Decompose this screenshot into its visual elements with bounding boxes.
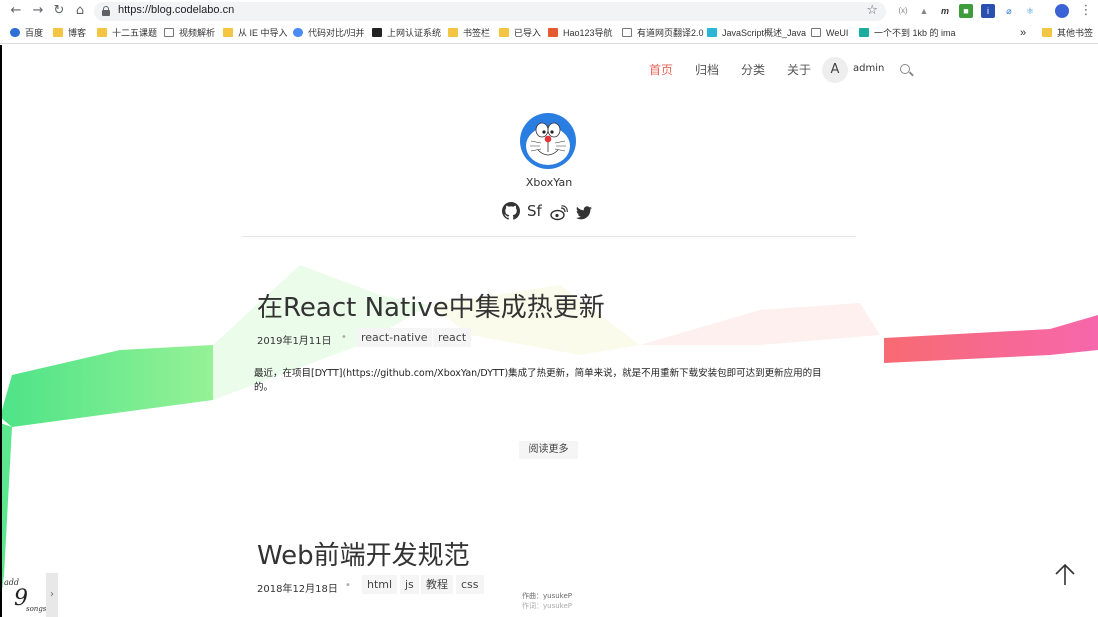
- back-to-top-icon[interactable]: [1053, 563, 1077, 587]
- globe-icon: [293, 28, 303, 37]
- extension-icon[interactable]: ⚛: [1023, 4, 1037, 18]
- bookmark-item[interactable]: 视频解析: [164, 26, 215, 40]
- user-avatar[interactable]: A: [822, 57, 848, 83]
- bookmark-item[interactable]: 一个不到 1kb 的 ima: [859, 26, 956, 40]
- post-tag[interactable]: react: [433, 328, 472, 347]
- forward-icon[interactable]: →: [30, 3, 46, 19]
- bookmark-item[interactable]: 上网认证系统: [372, 26, 441, 40]
- back-icon[interactable]: ←: [8, 3, 24, 19]
- extension-icon[interactable]: ⌀: [1002, 4, 1016, 18]
- hao123-icon: [548, 28, 558, 37]
- bookmark-item[interactable]: Hao123导航: [548, 26, 613, 40]
- read-more-button[interactable]: 阅读更多: [519, 441, 578, 459]
- album-cover-icon: add 9 songs: [4, 578, 47, 613]
- post-excerpt: 最近，在项目[DYTT](https://github.com/XboxYan/…: [254, 368, 822, 393]
- post-title[interactable]: Web前端开发规范: [257, 535, 470, 572]
- music-credits: 作曲：yusukeP 作词：yusukeP: [522, 591, 572, 611]
- page-icon: [811, 28, 821, 37]
- post-tag[interactable]: js: [400, 575, 419, 594]
- segmentfault-icon[interactable]: Sf: [527, 202, 542, 220]
- bookmark-item[interactable]: 有道网页翻译2.0: [622, 26, 704, 40]
- svg-text:songs: songs: [26, 605, 46, 613]
- lyricist-credit: 作词：yusukeP: [522, 602, 572, 610]
- nav-about[interactable]: 关于: [787, 61, 811, 78]
- twitter-icon[interactable]: [576, 204, 592, 222]
- post-tag[interactable]: react-native: [356, 328, 433, 347]
- post-title[interactable]: 在React Native中集成热更新: [257, 287, 605, 324]
- page-icon: [164, 28, 174, 37]
- home-icon[interactable]: ⌂: [72, 3, 88, 19]
- paw-icon: [10, 28, 20, 37]
- menu-icon[interactable]: ⋮: [1078, 3, 1094, 19]
- url-text: https://blog.codelabo.cn: [118, 4, 235, 16]
- window-edge: [0, 45, 2, 617]
- post-tag[interactable]: 教程: [421, 575, 453, 594]
- extension-icon[interactable]: (x): [896, 4, 910, 18]
- post-tag[interactable]: html: [362, 575, 398, 594]
- bookmark-folder[interactable]: 书签栏: [448, 26, 490, 40]
- folder-icon: [53, 28, 63, 37]
- page-content: 首页 归档 分类 关于 A admin XboxYan Sf 在React Na…: [0, 45, 1098, 617]
- bookmark-star-icon[interactable]: ☆: [866, 3, 878, 18]
- bookmark-folder[interactable]: 从 IE 中导入: [223, 26, 288, 40]
- other-bookmarks-folder[interactable]: 其他书签: [1042, 26, 1093, 40]
- github-icon[interactable]: [502, 202, 520, 220]
- bookmark-item[interactable]: 代码对比/归并: [293, 26, 365, 40]
- bookmark-folder[interactable]: 博客: [53, 26, 86, 40]
- post-date: 2019年1月11日: [257, 336, 332, 347]
- site-icon: [859, 28, 869, 37]
- author-name: XboxYan: [525, 176, 573, 189]
- folder-icon: [448, 28, 458, 37]
- weibo-icon[interactable]: [550, 204, 568, 222]
- separator-dot: •: [341, 332, 347, 343]
- doraemon-icon: [520, 113, 576, 169]
- site-icon: [372, 28, 382, 37]
- post-tag[interactable]: css: [456, 575, 484, 594]
- search-icon[interactable]: [900, 64, 910, 74]
- chevron-right-icon[interactable]: ›: [46, 573, 58, 617]
- lock-icon: [102, 6, 110, 16]
- folder-icon: [223, 28, 233, 37]
- bookmarks-bar: 百度 博客 十二五课题 视频解析 从 IE 中导入 代码对比/归并 上网认证系统…: [0, 22, 1098, 44]
- bookmarks-overflow-button[interactable]: »: [1020, 26, 1026, 40]
- composer-credit: 作曲：yusukeP: [522, 592, 572, 600]
- bookmark-item[interactable]: JavaScript概述_Java: [707, 26, 806, 40]
- post-date: 2018年12月18日: [257, 584, 338, 595]
- extension-icon[interactable]: ▲: [917, 4, 931, 18]
- separator-dot: •: [345, 580, 351, 591]
- site-icon: [707, 28, 717, 37]
- nav-archive[interactable]: 归档: [695, 61, 719, 78]
- browser-chrome: ← → ↻ ⌂ https://blog.codelabo.cn ☆ (x) ▲…: [0, 0, 1098, 44]
- extension-icon[interactable]: i: [981, 4, 995, 18]
- profile-icon[interactable]: [1055, 4, 1069, 18]
- folder-icon: [1042, 28, 1052, 37]
- toolbar: ← → ↻ ⌂ https://blog.codelabo.cn ☆ (x) ▲…: [0, 0, 1098, 22]
- music-player[interactable]: add 9 songs ›: [0, 573, 58, 617]
- extension-icon[interactable]: ■: [959, 4, 973, 18]
- nav-home[interactable]: 首页: [649, 61, 673, 78]
- reload-icon[interactable]: ↻: [51, 3, 67, 19]
- bookmark-item[interactable]: WeUI: [811, 26, 848, 40]
- user-name[interactable]: admin: [853, 63, 884, 74]
- page-icon: [622, 28, 632, 37]
- address-bar[interactable]: https://blog.codelabo.cn ☆: [94, 2, 886, 21]
- author-avatar[interactable]: [517, 108, 579, 170]
- folder-icon: [97, 28, 107, 37]
- divider: [242, 236, 856, 237]
- bookmark-folder[interactable]: 十二五课题: [97, 26, 157, 40]
- bookmark-item[interactable]: 百度: [10, 26, 43, 40]
- folder-icon: [499, 28, 509, 37]
- extension-icon[interactable]: m: [938, 4, 952, 18]
- nav-categories[interactable]: 分类: [741, 61, 765, 78]
- bookmark-folder[interactable]: 已导入: [499, 26, 541, 40]
